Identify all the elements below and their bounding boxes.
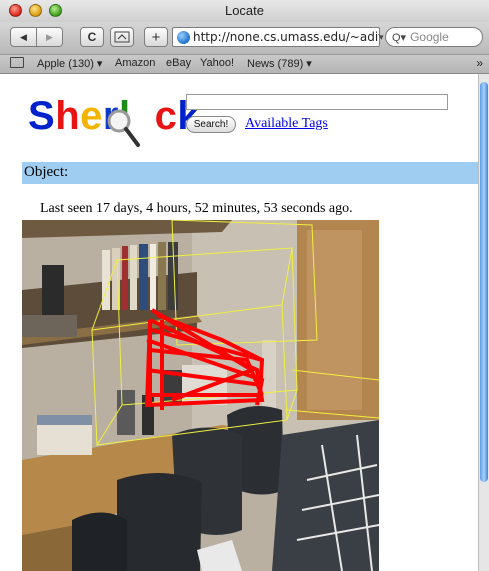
office-scene-image — [22, 220, 379, 571]
bookmark-yahoo[interactable]: Yahoo! — [200, 57, 234, 69]
available-tags-link[interactable]: Available Tags — [245, 116, 328, 132]
logo-letter: h — [55, 94, 81, 138]
vertical-scrollbar[interactable] — [478, 74, 489, 571]
browser-toolbar: ◀ ▶ C + http://none.cs.umass.edu/~aditya… — [0, 22, 489, 55]
bookmarks-bar: Apple (130) ▾ Amazon eBay Yahoo! News (7… — [0, 55, 489, 74]
address-text: http://none.cs.umass.edu/~adityai — [193, 30, 380, 44]
object-header: Object: — [22, 162, 478, 184]
snapback-button[interactable] — [110, 27, 134, 47]
forward-button[interactable]: ▶ — [36, 27, 63, 47]
scrollbar-thumb[interactable] — [480, 82, 488, 482]
address-bar[interactable]: http://none.cs.umass.edu/~adityai — [172, 27, 380, 47]
location-photo — [22, 220, 379, 571]
search-placeholder: Google — [410, 30, 449, 44]
add-bookmark-button[interactable]: + — [144, 27, 168, 47]
window-titlebar: Locate — [0, 0, 489, 23]
logo-letter: c — [154, 94, 178, 138]
bookmarks-overflow-icon[interactable]: » — [476, 56, 483, 70]
logo-letter: e — [80, 94, 103, 138]
forward-arrow-icon: ▶ — [46, 31, 53, 42]
globe-icon — [177, 30, 190, 44]
bookmark-apple[interactable]: Apple (130) ▾ — [37, 57, 102, 70]
reload-icon: C — [87, 30, 97, 44]
bookmark-ebay[interactable]: eBay — [166, 57, 191, 69]
query-input[interactable] — [186, 94, 448, 110]
object-label: Object: — [24, 164, 69, 180]
search-button[interactable]: Search! — [186, 116, 236, 133]
web-search-input[interactable]: Q▾ Google — [385, 27, 483, 47]
book-icon[interactable] — [10, 57, 24, 68]
window-title: Locate — [224, 3, 265, 18]
logo-letter: S — [28, 94, 56, 138]
reload-button[interactable]: C — [80, 27, 104, 47]
back-arrow-icon: ◀ — [20, 31, 27, 42]
magnifier-icon — [107, 109, 140, 147]
bookmark-amazon[interactable]: Amazon — [115, 57, 155, 69]
url-dropdown-icon[interactable]: ▾ — [379, 32, 384, 43]
plus-icon: + — [151, 28, 161, 46]
search-icon: Q▾ — [392, 31, 407, 44]
page-content: Sherlck Search! Available Tags Object: L… — [0, 74, 478, 571]
last-seen-text: Last seen 17 days, 4 hours, 52 minutes, … — [40, 201, 353, 216]
bookmark-news[interactable]: News (789) ▾ — [247, 57, 312, 70]
back-button[interactable]: ◀ — [10, 27, 37, 47]
snapback-icon — [114, 31, 130, 43]
